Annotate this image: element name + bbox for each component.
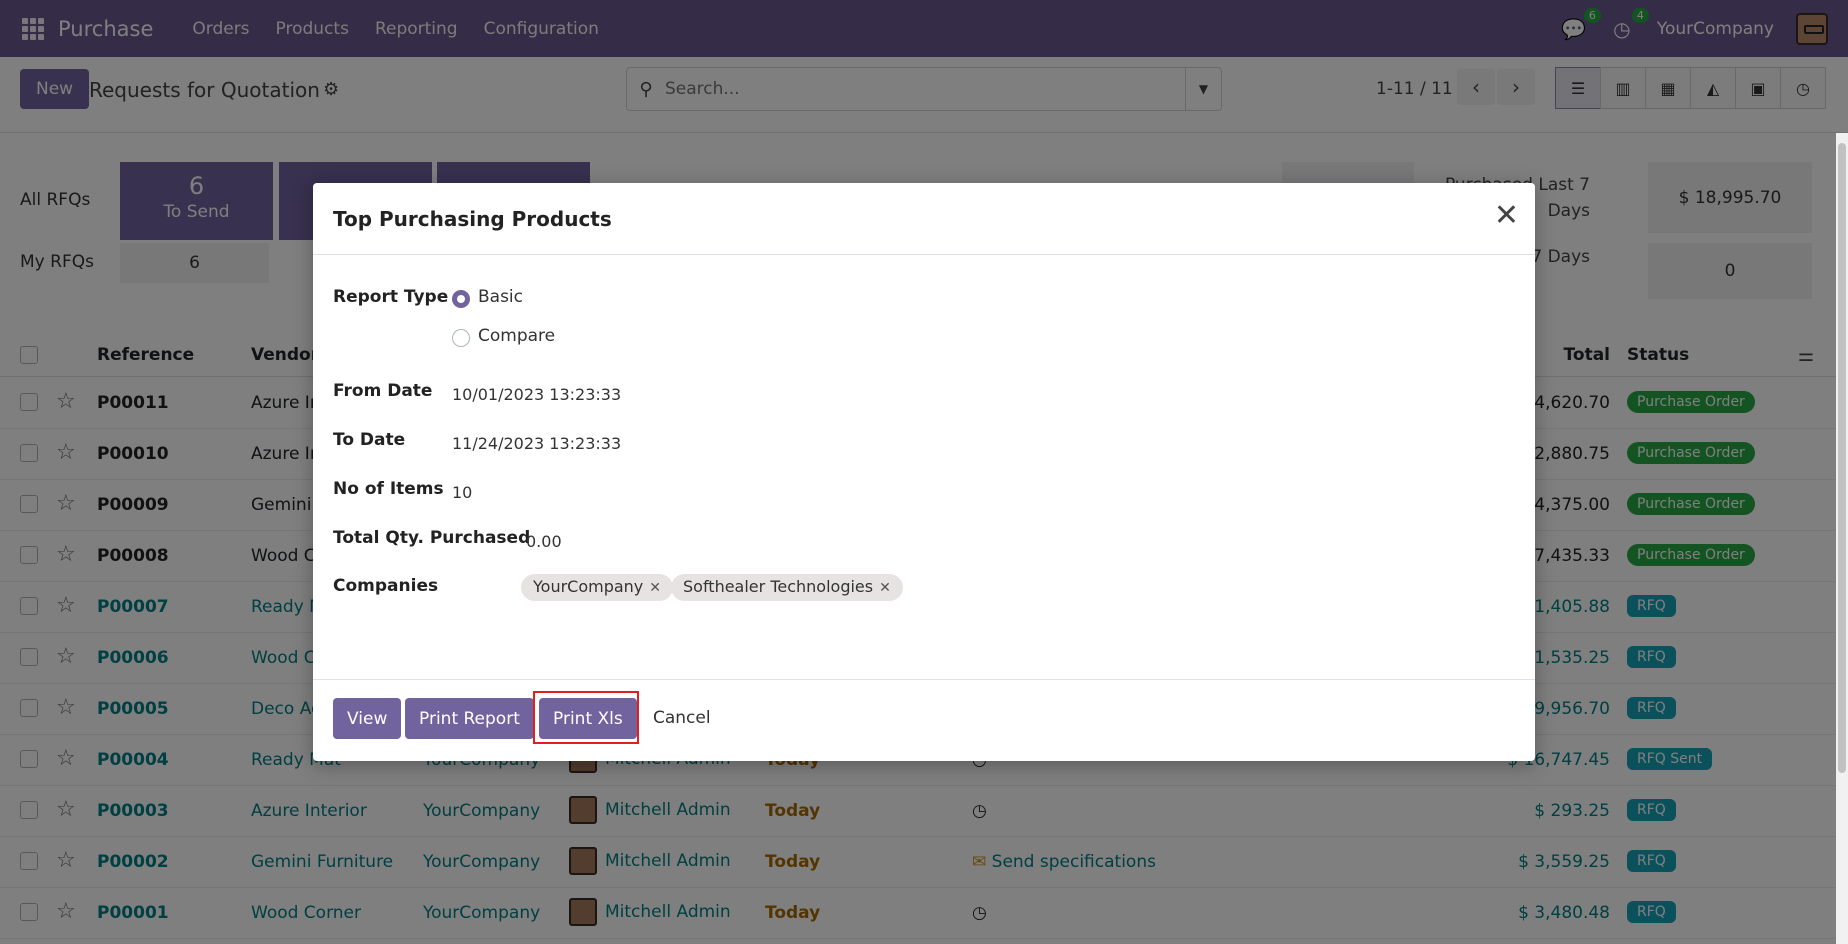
company-tag: YourCompany ✕ [521,574,674,601]
print-xls-button[interactable]: Print Xls [539,698,637,739]
no-of-items-field[interactable]: 10 [452,483,472,502]
to-date-label: To Date [333,430,406,450]
report-type-label: Report Type [333,287,449,307]
print-report-button[interactable]: Print Report [405,698,534,739]
from-date-field[interactable]: 10/01/2023 13:23:33 [452,385,621,404]
cancel-button[interactable]: Cancel [653,708,711,728]
view-button[interactable]: View [333,698,402,739]
report-type-compare-radio[interactable] [452,329,470,347]
close-icon[interactable]: ✕ [1494,201,1519,231]
company-tag-label: YourCompany [533,577,644,596]
to-date-field[interactable]: 11/24/2023 13:23:33 [452,434,621,453]
company-tag: Softhealer Technologies ✕ [671,574,903,601]
modal-header: Top Purchasing Products ✕ [313,183,1535,255]
page-scrollbar[interactable] [1836,133,1848,944]
modal-footer: View Print Report Print Xls Cancel [313,679,1535,761]
total-qty-field[interactable]: 0.00 [526,532,562,551]
from-date-label: From Date [333,381,433,401]
total-qty-label: Total Qty. Purchased [333,528,531,548]
report-type-basic-radio[interactable] [452,290,470,308]
report-type-basic-label[interactable]: Basic [478,287,523,307]
top-purchasing-products-dialog: Top Purchasing Products ✕ Report Type Ba… [313,183,1535,761]
company-tag-label: Softhealer Technologies [683,577,874,596]
remove-tag-icon[interactable]: ✕ [649,580,661,596]
companies-label: Companies [333,576,439,596]
remove-tag-icon[interactable]: ✕ [879,580,891,596]
report-type-compare-label[interactable]: Compare [478,326,555,346]
modal-title: Top Purchasing Products [333,206,612,231]
no-of-items-label: No of Items [333,479,444,499]
scrollbar-thumb[interactable] [1838,143,1846,773]
